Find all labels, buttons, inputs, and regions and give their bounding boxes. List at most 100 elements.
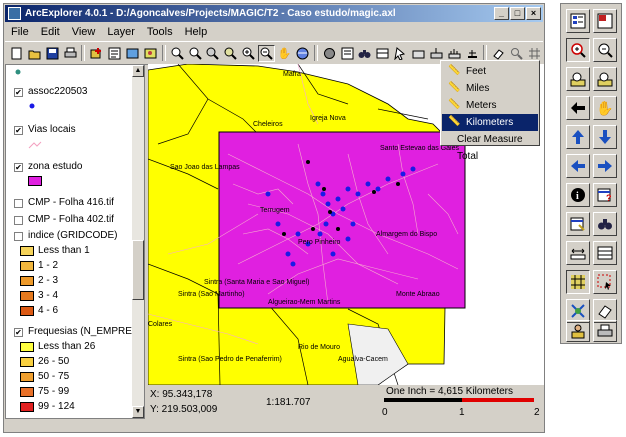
- hotlink-icon[interactable]: [392, 45, 409, 62]
- zoom-out-icon[interactable]: [593, 38, 617, 62]
- identify-icon[interactable]: i: [566, 183, 590, 207]
- measure-drop-icon[interactable]: [464, 45, 481, 62]
- freq-class-label: 26 - 50: [38, 356, 70, 367]
- ruler-icon: 📏: [448, 99, 461, 110]
- map-label-sintra-sao-martinho: Sintra (Sao Martinho): [178, 291, 245, 298]
- layer-label-zona-estudo: zona estudo: [28, 161, 83, 172]
- pan-icon[interactable]: ✋: [276, 45, 293, 62]
- measure-icon[interactable]: [566, 241, 590, 265]
- back-arrow-icon[interactable]: [566, 96, 590, 120]
- globe-icon[interactable]: [294, 45, 311, 62]
- scale-tick-2: 2: [534, 407, 540, 418]
- map-label-rio-de-mouro: Rio de Mouro: [298, 344, 340, 351]
- pan-hand-icon[interactable]: ✋: [593, 96, 617, 120]
- measure-icon[interactable]: [446, 45, 463, 62]
- eraser-icon[interactable]: [490, 45, 507, 62]
- menu-help[interactable]: Help: [179, 26, 214, 38]
- menu-item-feet[interactable]: 📏 Feet: [442, 63, 538, 80]
- vias-locais-checkbox[interactable]: ✔: [14, 126, 23, 135]
- app-icon: [8, 7, 21, 20]
- menu-file[interactable]: File: [5, 26, 35, 38]
- image-icon[interactable]: [142, 45, 159, 62]
- open-icon[interactable]: [26, 45, 43, 62]
- map-label-colares: Colares: [148, 321, 173, 328]
- save-icon[interactable]: [44, 45, 61, 62]
- zoom-box-out-icon[interactable]: [258, 44, 276, 62]
- new-map-icon[interactable]: [8, 45, 25, 62]
- arrow-left-icon[interactable]: [566, 154, 590, 178]
- print-icon[interactable]: [593, 320, 617, 342]
- indice-class-label: 1 - 2: [38, 260, 59, 271]
- select-icon[interactable]: [410, 45, 427, 62]
- print-icon[interactable]: [62, 45, 79, 62]
- scale-tick-1: 1: [459, 407, 465, 418]
- find-icon[interactable]: [593, 212, 617, 236]
- zoom-in-icon[interactable]: [169, 45, 186, 62]
- tool-palette: ✋ i ?: [560, 3, 622, 344]
- menu-tools[interactable]: Tools: [141, 26, 179, 38]
- menu-item-miles[interactable]: 📏 Miles: [442, 80, 538, 97]
- grid-icon[interactable]: [526, 45, 543, 62]
- map-label-agualva-cacem: Agualva-Cacem: [338, 356, 388, 363]
- zoom-box-out-icon[interactable]: [593, 67, 617, 91]
- scroll-up-button[interactable]: ▲: [132, 65, 144, 77]
- magnify-icon[interactable]: [508, 45, 525, 62]
- binoculars-icon[interactable]: [356, 45, 373, 62]
- add-layer-icon[interactable]: [88, 45, 105, 62]
- frequesias-checkbox[interactable]: ✔: [14, 328, 23, 337]
- svg-text:?: ?: [606, 193, 612, 203]
- properties-icon[interactable]: [106, 45, 123, 62]
- menu-item-clear-measure[interactable]: Clear Measure Total: [441, 131, 537, 162]
- query-icon[interactable]: ?: [593, 183, 617, 207]
- indice-class-label: 3 - 4: [38, 290, 59, 301]
- select-box-icon[interactable]: [593, 270, 617, 294]
- buffer-icon[interactable]: [593, 241, 617, 265]
- legend-icon[interactable]: [566, 9, 590, 33]
- arrow-right-icon[interactable]: [593, 154, 617, 178]
- overview-icon[interactable]: [593, 9, 617, 33]
- arrow-down-icon[interactable]: [593, 125, 617, 149]
- indice-class-swatch-0: [20, 246, 34, 256]
- cmp-416-checkbox[interactable]: [14, 199, 23, 208]
- find-icon[interactable]: [339, 45, 356, 62]
- zoom-in-icon[interactable]: [566, 38, 590, 62]
- select-icon[interactable]: [566, 212, 590, 236]
- menu-item-meters[interactable]: 📏 Meters: [442, 97, 538, 114]
- ruler-icon: 📏: [448, 82, 461, 93]
- identify-icon[interactable]: [321, 45, 338, 62]
- clear-icon[interactable]: [428, 45, 445, 62]
- scroll-thumb[interactable]: [132, 240, 144, 300]
- layer-label-cmp-416: CMP - Folha 416.tif: [28, 197, 114, 208]
- arrow-up-icon[interactable]: [566, 125, 590, 149]
- freq-class-label: 75 - 99: [38, 386, 70, 397]
- export-icon[interactable]: [124, 45, 141, 62]
- indice-checkbox[interactable]: [14, 232, 23, 241]
- menu-view[interactable]: View: [66, 26, 102, 38]
- zoom-box-in-icon[interactable]: [566, 67, 590, 91]
- zoom-out-icon[interactable]: [187, 45, 204, 62]
- hotlink-icon[interactable]: [566, 320, 590, 342]
- menu-item-kilometers[interactable]: 📏 Kilometers: [442, 114, 538, 131]
- cmp-402-checkbox[interactable]: [14, 216, 23, 225]
- maximize-button[interactable]: □: [510, 7, 525, 20]
- query-icon[interactable]: [374, 45, 391, 62]
- map-label-pero-pinheiro: Pero Pinheiro: [298, 239, 341, 246]
- map-label-cheleiros: Cheleiros: [253, 121, 283, 128]
- layer-legend: ✔ assoc220503 ✔ Vias locais ✔ zona estud…: [5, 64, 145, 419]
- minimize-button[interactable]: _: [494, 7, 509, 20]
- close-button[interactable]: ×: [526, 7, 541, 20]
- scroll-down-button[interactable]: ▼: [132, 406, 144, 418]
- legend-scrollbar[interactable]: ▲ ▼: [132, 65, 144, 418]
- ruler-icon: 📏: [448, 116, 461, 127]
- zoom-layer-icon[interactable]: [205, 45, 222, 62]
- zoom-box-in-icon[interactable]: [240, 45, 257, 62]
- menu-layer[interactable]: Layer: [101, 26, 141, 38]
- top-layer-point-symbol: [15, 69, 21, 75]
- zona-estudo-checkbox[interactable]: ✔: [14, 163, 23, 172]
- full-extent-icon[interactable]: [222, 45, 239, 62]
- grid-icon[interactable]: [566, 270, 590, 294]
- indice-class-swatch-2: [20, 276, 34, 286]
- indice-class-label: 2 - 3: [38, 275, 59, 286]
- assoc220503-checkbox[interactable]: ✔: [14, 88, 23, 97]
- menu-edit[interactable]: Edit: [35, 26, 66, 38]
